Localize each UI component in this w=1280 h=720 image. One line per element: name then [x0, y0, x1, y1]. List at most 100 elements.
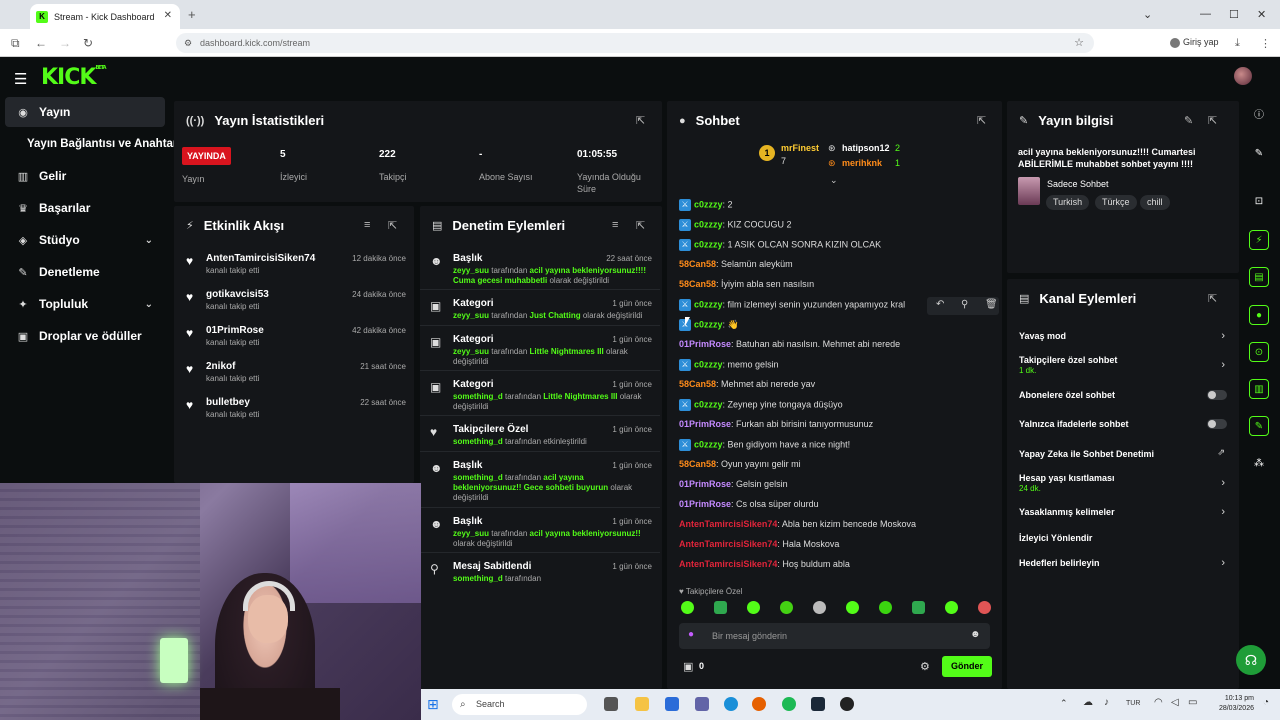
chevron-right-icon[interactable]: ›	[1221, 359, 1225, 371]
external-link-icon[interactable]: ⇗	[1217, 447, 1225, 458]
teams-icon[interactable]	[695, 697, 709, 711]
volume-icon[interactable]: ◁	[1171, 697, 1179, 708]
app-icon[interactable]	[840, 697, 854, 711]
file-explorer-icon[interactable]	[635, 697, 649, 711]
tray-chevron-icon[interactable]: ⌃	[1060, 698, 1068, 709]
mod-user[interactable]: something_d	[453, 473, 503, 482]
reload-icon[interactable]: ↻	[83, 36, 93, 50]
sidebar-item-yayin[interactable]: ◉ Yayın	[5, 97, 165, 127]
list-icon[interactable]: ▥	[1249, 379, 1269, 399]
info-icon[interactable]: ⓘ	[1249, 106, 1269, 126]
sidebar-item-studyo[interactable]: ◈ Stüdyo ⌄	[5, 225, 165, 255]
popout-icon[interactable]: ⇱	[636, 219, 645, 232]
wifi-icon[interactable]: ◠	[1154, 697, 1163, 708]
chat-username[interactable]: c0zzzy	[694, 439, 723, 449]
mod-user[interactable]: something_d	[453, 574, 503, 583]
emoji-icon[interactable]: ☻	[970, 629, 981, 640]
maximize-icon[interactable]: ☐	[1229, 8, 1239, 21]
close-tab-icon[interactable]: ✕	[164, 10, 172, 21]
ai-moderation-row[interactable]: Yapay Zeka ile Sohbet Denetimi	[1019, 449, 1219, 459]
category-name[interactable]: Sadece Sohbet	[1047, 179, 1109, 189]
chat-username[interactable]: c0zzzy	[694, 399, 723, 409]
popout-icon[interactable]: ⇱	[636, 114, 645, 127]
chat-username[interactable]: c0zzzy	[694, 219, 723, 229]
chat-username[interactable]: 58Can58	[679, 379, 716, 389]
followers-only-row[interactable]: Takipçilere özel sohbet 1 dk.	[1019, 355, 1219, 375]
popout-icon[interactable]: ⇱	[1208, 292, 1217, 305]
chat-username[interactable]: AntenTamircisiSiken74	[679, 539, 777, 549]
browser-tab[interactable]: K Stream - Kick Dashboard ✕	[30, 4, 180, 29]
activity-user[interactable]: AntenTamircisiSiken74	[206, 253, 315, 264]
mod-user[interactable]: zeyy_suu	[453, 529, 489, 538]
emote-icon[interactable]	[879, 601, 892, 614]
sidebar-item-topluluk[interactable]: ✦ Topluluk ⌄	[5, 289, 165, 319]
menu-dots-icon[interactable]: ⋮	[1260, 37, 1271, 50]
chat-username[interactable]: AntenTamircisiSiken74	[679, 559, 777, 569]
chevron-right-icon[interactable]: ›	[1221, 506, 1225, 518]
support-headset-icon[interactable]: ☊	[1236, 645, 1266, 675]
edge-icon[interactable]	[724, 697, 738, 711]
activity-user[interactable]: bulletbey	[206, 397, 250, 408]
sidebar-item-stream-key[interactable]: Yayın Bağlantısı ve Anahtarı	[15, 129, 181, 159]
gift-icon[interactable]: ▣	[683, 660, 693, 673]
subscribers-only-toggle[interactable]	[1207, 390, 1227, 400]
back-icon[interactable]: ←	[35, 36, 47, 50]
emote-icon[interactable]	[813, 601, 826, 614]
tray-app-icon[interactable]: ☁	[1083, 697, 1093, 708]
site-info-icon[interactable]: ⚙	[184, 33, 192, 53]
sidebar-toggle-icon[interactable]: ⧉	[11, 36, 20, 51]
mod-user[interactable]: zeyy_suu	[453, 266, 489, 275]
emote-icon[interactable]	[780, 601, 793, 614]
bolt-icon[interactable]: ⚡	[1249, 230, 1269, 250]
sidebar-item-basarilar[interactable]: ♛ Başarılar	[5, 193, 165, 223]
chat-username[interactable]: 01PrimRose	[679, 339, 731, 349]
mic-tray-icon[interactable]: ♪	[1104, 697, 1109, 708]
camera-icon[interactable]: ⊡	[1249, 192, 1269, 212]
user-avatar[interactable]	[1234, 67, 1252, 85]
activity-user[interactable]: 2nikof	[206, 361, 235, 372]
emote-icon[interactable]	[912, 601, 925, 614]
chat-username[interactable]: 01PrimRose	[679, 419, 731, 429]
minimize-icon[interactable]: —	[1200, 8, 1211, 20]
slow-mode-row[interactable]: Yavaş mod	[1019, 331, 1219, 341]
activity-user[interactable]: 01PrimRose	[206, 325, 264, 336]
emote-icon[interactable]	[978, 601, 991, 614]
url-field[interactable]: ⚙ dashboard.kick.com/stream ☆	[176, 33, 1094, 53]
top-gifter-name[interactable]: mrFinest	[781, 143, 819, 153]
collapse-icon[interactable]: ⌄	[830, 175, 838, 186]
apps-icon[interactable]: ⁂	[1249, 454, 1269, 474]
battery-icon[interactable]: ▭	[1188, 697, 1197, 708]
kick-logo[interactable]: KICKBETA	[41, 65, 107, 90]
mod-user[interactable]: zeyy_suu	[453, 347, 489, 356]
sidebar-item-denetleme[interactable]: ✎ Denetleme	[5, 257, 165, 287]
forward-icon[interactable]: →	[59, 36, 71, 50]
document-icon[interactable]: ▤	[1249, 267, 1269, 287]
chat-username[interactable]: AntenTamircisiSiken74	[679, 519, 777, 529]
settings-gear-icon[interactable]: ⚙	[920, 660, 930, 673]
send-button[interactable]: Gönder	[942, 656, 992, 677]
edit-pencil-icon[interactable]: ✎	[1249, 144, 1269, 164]
emote-icon[interactable]	[681, 601, 694, 614]
account-age-row[interactable]: Hesap yaşı kısıtlaması 24 dk.	[1019, 473, 1219, 493]
notifications-icon[interactable]: ◔	[1263, 697, 1269, 708]
wrench-icon[interactable]: ✎	[1249, 416, 1269, 436]
windows-start-icon[interactable]: ⊞	[427, 696, 439, 713]
tab-search-icon[interactable]: ⌄	[1143, 8, 1152, 21]
popout-icon[interactable]: ⇱	[1208, 114, 1217, 127]
taskbar-clock[interactable]: 10:13 pm 28/03/2026	[1206, 694, 1254, 714]
goals-row[interactable]: Hedefleri belirleyin	[1019, 558, 1219, 568]
popout-icon[interactable]: ⇱	[388, 219, 397, 232]
mod-user[interactable]: something_d	[453, 437, 503, 446]
chevron-right-icon[interactable]: ›	[1221, 330, 1225, 342]
chat-bubble-icon[interactable]: ●	[1249, 305, 1269, 325]
firefox-icon[interactable]	[752, 697, 766, 711]
activity-user[interactable]: gotikavcisi53	[206, 289, 269, 300]
downloads-icon[interactable]: ⤓	[1235, 37, 1240, 50]
task-view-icon[interactable]	[604, 697, 618, 711]
bookmark-star-icon[interactable]: ☆	[1074, 33, 1084, 53]
chat-username[interactable]: 01PrimRose	[679, 499, 731, 509]
chat-username[interactable]: 58Can58	[679, 259, 716, 269]
signin-button[interactable]: Giriş yap	[1170, 37, 1219, 48]
new-tab-icon[interactable]: +	[188, 7, 196, 22]
edit-pencil-icon[interactable]: ✎	[1184, 114, 1193, 127]
